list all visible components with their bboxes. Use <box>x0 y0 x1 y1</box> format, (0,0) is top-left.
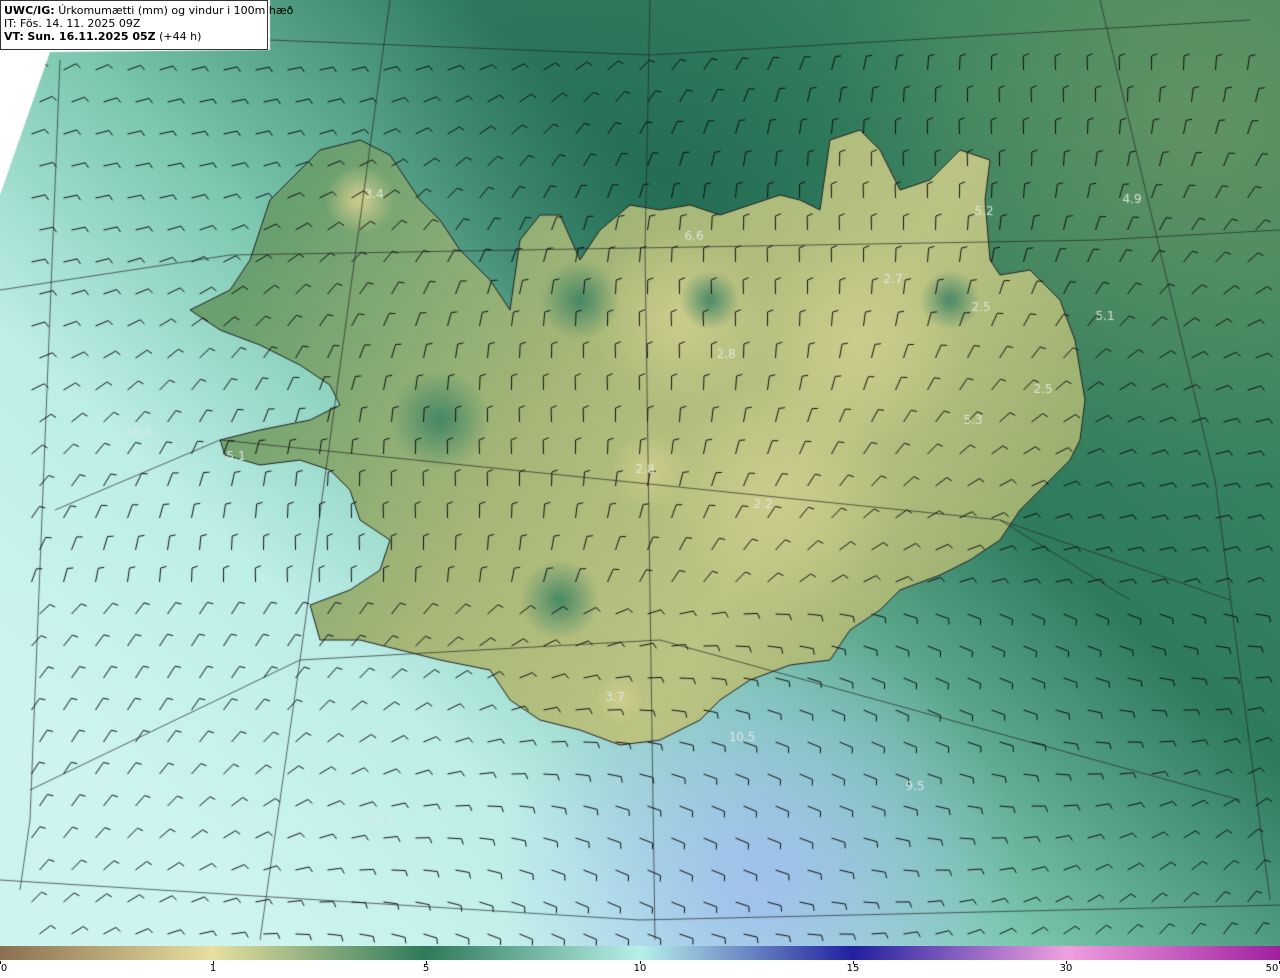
valid-time: Sun. 16.11.2025 05Z <box>27 30 156 43</box>
init-time: Fös. 14. 11. 2025 09Z <box>19 17 141 30</box>
colorbar <box>0 946 1280 960</box>
map-title-box: UWC/IG: Úrkomumætti (mm) og vindur i 100… <box>0 0 293 50</box>
valid-label: VT: <box>4 30 24 43</box>
precipitation-wind-map <box>0 0 1280 946</box>
lead-time: (+44 h) <box>159 30 202 43</box>
colorbar-label: 0 <box>0 963 8 974</box>
valid-time-line: VT: Sun. 16.11.2025 05Z (+44 h) <box>4 30 264 43</box>
colorbar-label: 30 <box>1059 963 1073 974</box>
init-time-line: IT: Fös. 14. 11. 2025 09Z <box>4 17 264 30</box>
colorbar-labels: 0 1 5 10 15 30 50 <box>0 961 1280 977</box>
colorbar-label: 15 <box>846 963 860 974</box>
product-name: Úrkomumætti (mm) og vindur i 100m hæð <box>58 4 294 17</box>
model-name: UWC/IG: <box>4 4 55 17</box>
init-label: IT: <box>4 17 17 30</box>
colorbar-label: 5 <box>422 963 430 974</box>
title-line: UWC/IG: Úrkomumætti (mm) og vindur i 100… <box>4 4 293 17</box>
colorbar-label: 1 <box>209 963 217 974</box>
colorbar-label: 10 <box>633 963 647 974</box>
colorbar-label: 50 <box>1265 963 1279 974</box>
